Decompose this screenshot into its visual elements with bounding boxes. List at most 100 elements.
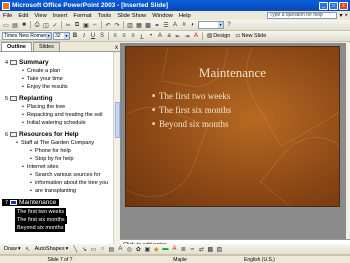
outline-bullet[interactable]: Repacking and treating the soil [22,112,103,118]
doc-close-icon[interactable]: × [344,13,348,19]
oval-icon[interactable]: ○ [98,245,106,253]
tab-slides[interactable]: Slides [32,42,60,51]
decrease-indent-icon[interactable]: ⇤ [174,32,182,40]
undo-icon[interactable]: ↶ [104,21,112,29]
menu-insert[interactable]: Insert [50,13,71,19]
menu-view[interactable]: View [31,13,49,19]
outline-subbullet-continued[interactable]: are transplanting [30,188,76,194]
draw-menu-button[interactable]: Draw ▾ [2,246,23,252]
menu-slide-show[interactable]: Slide Show [114,13,149,19]
outline-slide-5[interactable]: 5 Replanting [2,95,53,102]
menu-window[interactable]: Window [149,13,176,19]
numbering-icon[interactable]: ⒈ [138,32,146,41]
underline-button[interactable]: U [89,32,97,40]
copy-icon[interactable]: ⧉ [73,21,81,29]
menu-help[interactable]: Help [176,13,194,19]
save-icon[interactable]: ■ [20,21,28,29]
maximize-button[interactable]: □ [329,1,338,10]
open-icon[interactable]: ▤ [11,21,19,29]
redo-icon[interactable]: ↷ [113,21,121,29]
bold-button[interactable]: B [71,32,79,40]
outline-subbullet[interactable]: Phone for help [30,148,71,154]
outline-bullet[interactable]: Placing the tree [22,104,65,110]
slide-title-text[interactable]: Maintenance [126,65,339,81]
font-color-draw-icon[interactable]: A [170,245,178,253]
tables-borders-icon[interactable]: ▩ [144,21,152,29]
picture-icon[interactable]: ▣ [143,245,151,253]
outline-slide-4[interactable]: 4 Summary [2,59,49,66]
menu-edit[interactable]: Edit [15,13,31,19]
hyperlink-icon[interactable]: ⚭ [153,21,161,29]
shadow-style-icon[interactable]: ▩ [206,245,214,253]
select-pointer-icon[interactable]: ↖ [24,245,32,253]
outline-bullet[interactable]: Create a plan [22,68,60,74]
line-style-icon[interactable]: ≣ [179,245,187,253]
outline-subbullet[interactable]: Stop by for help [30,156,73,162]
outline-bullet-selected[interactable]: Beyond six months [15,224,66,232]
show-formatting-icon[interactable]: A [171,21,179,29]
new-icon[interactable]: ▭ [2,21,10,29]
close-button[interactable]: x [339,1,348,10]
help-icon[interactable]: ? [225,21,233,29]
slide-canvas[interactable]: Maintenance The first two weeks The firs… [125,46,340,207]
outline-bullet[interactable]: Staff at The Garden Company [16,140,94,146]
align-left-icon[interactable]: ≡ [111,32,119,40]
color-grayscale-icon[interactable]: ◐ [189,21,197,29]
outline-bullet-selected[interactable]: The first six months [15,216,67,224]
outline-pane[interactable]: 4 Summary Create a plan Take your time E… [0,52,113,259]
textbox-icon[interactable]: ▤ [107,245,115,253]
spelling-icon[interactable]: ✓ [51,21,59,29]
expand-all-icon[interactable]: ☰ [162,21,170,29]
3d-style-icon[interactable]: ▧ [215,245,223,253]
font-select[interactable]: Times New Roman ▾ [2,32,52,40]
rectangle-icon[interactable]: ▭ [89,245,97,253]
bullets-icon[interactable]: • [147,32,155,40]
new-slide-button[interactable]: ▭ New Slide [233,33,268,39]
slide-scrollbar[interactable] [346,43,350,239]
zoom-select[interactable]: ▾ [198,21,224,29]
tab-outline[interactable]: Outline [1,42,32,51]
diagram-icon[interactable]: ◎ [125,245,133,253]
arrow-icon[interactable]: ↘ [80,245,88,253]
outline-scrollbar[interactable] [113,52,120,259]
decrease-font-icon[interactable]: a [165,32,173,40]
align-right-icon[interactable]: ≡ [129,32,137,40]
clipart-icon[interactable]: ✿ [134,245,142,253]
paste-icon[interactable]: ▣ [82,21,90,29]
print-icon[interactable]: ⎙ [33,21,41,29]
outline-bullet-selected[interactable]: The first two weeks [15,208,67,216]
menu-tools[interactable]: Tools [95,13,115,19]
increase-font-icon[interactable]: A [156,32,164,40]
line-icon[interactable]: ╲ [71,245,79,253]
grid-icon[interactable]: # [180,21,188,29]
outline-subbullet-continued[interactable]: information about the tree you [30,180,108,186]
outline-subbullet[interactable]: Search various sources for [30,172,100,178]
outline-bullet[interactable]: Take your time [22,76,63,82]
outline-bullet[interactable]: Initial watering schedule [22,120,86,126]
outline-slide-6[interactable]: 6 Resources for Help [2,131,79,138]
chart-icon[interactable]: ▥ [126,21,134,29]
italic-button[interactable]: I [80,32,88,40]
fill-color-icon[interactable]: ◆ [152,245,160,253]
outline-bullet[interactable]: Enjoy the results [22,84,68,90]
format-painter-icon[interactable]: ⌐ [91,21,99,29]
font-color-icon[interactable]: A [192,32,200,40]
help-search-input[interactable]: Type a question for help [267,12,338,19]
increase-indent-icon[interactable]: ⇥ [183,32,191,40]
minimize-button[interactable]: _ [319,1,328,10]
menu-file[interactable]: File [0,13,15,19]
menu-format[interactable]: Format [70,13,94,19]
shadow-button[interactable]: S [98,32,106,40]
table-icon[interactable]: ▦ [135,21,143,29]
line-color-icon[interactable]: ▬ [161,245,169,253]
chevron-down-icon[interactable]: ▾ [339,12,342,19]
cut-icon[interactable]: ✂ [64,21,72,29]
wordart-icon[interactable]: A [116,245,124,253]
outline-slide-7[interactable]: 7 Maintenance [2,199,60,206]
font-size-select[interactable]: 32 ▾ [53,32,70,40]
outline-bullet[interactable]: Internet sites [22,164,58,170]
slide-body[interactable]: The first two weeks The first six months… [152,91,231,133]
print-preview-icon[interactable]: ◫ [42,21,50,29]
dash-style-icon[interactable]: ┅ [188,245,196,253]
design-button[interactable]: ▨ Design [205,33,232,39]
